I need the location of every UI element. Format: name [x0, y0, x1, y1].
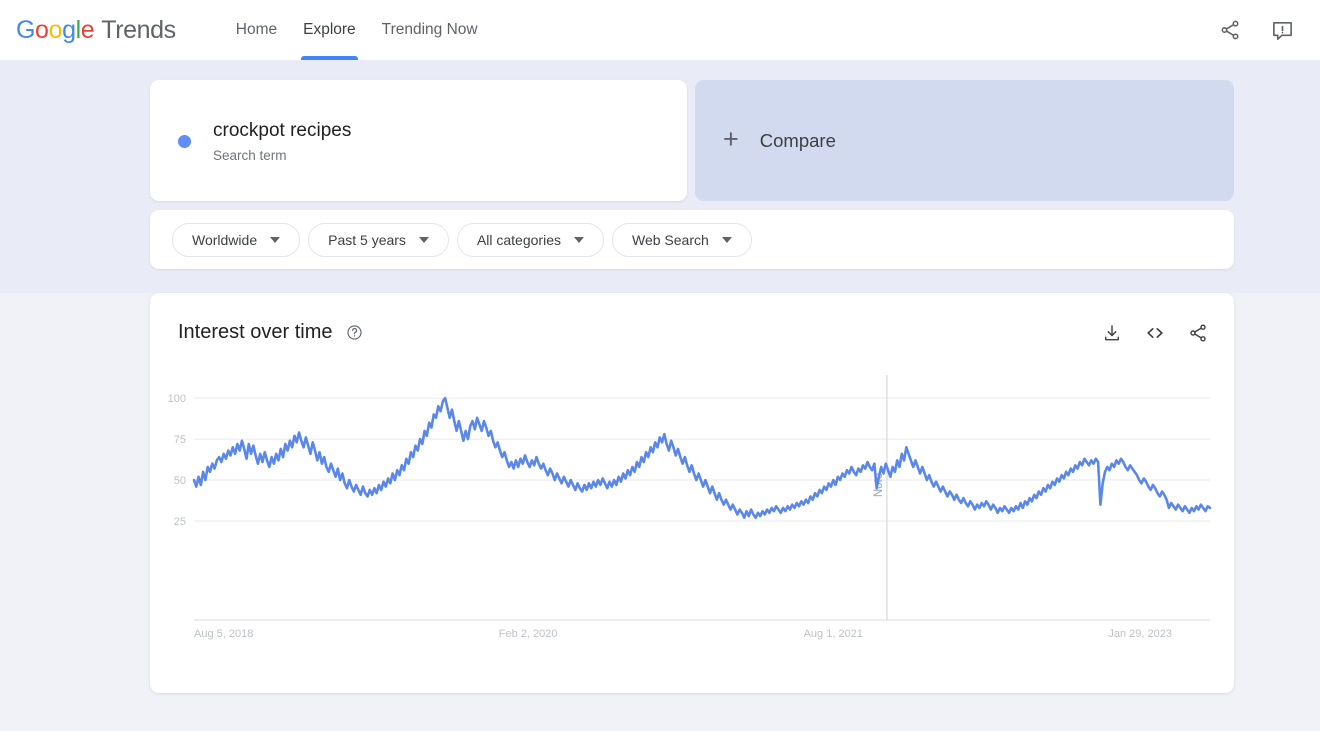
interest-over-time-chart[interactable]: 255075100NoteAug 5, 2018 Feb 2, 2020 Aug 1…	[150, 375, 1234, 665]
page-content: crockpot recipes Search term + Compare W…	[0, 60, 1320, 693]
compare-label: Compare	[759, 129, 836, 151]
page-title: Interest over time	[178, 321, 333, 343]
share-icon[interactable]	[1218, 18, 1242, 42]
nav-item-explore[interactable]: Explore	[290, 0, 369, 60]
y-axis-tick-label: 75	[174, 434, 186, 446]
search-type-filter[interactable]: Web Search	[611, 222, 752, 257]
nav-item-home[interactable]: Home	[223, 0, 290, 60]
series-color-dot	[178, 135, 191, 148]
search-term-text: crockpot recipes Search term	[213, 118, 351, 163]
app-header: Google Trends Home Explore Trending Now	[0, 0, 1320, 60]
x-axis-tick-label: Feb 2, 2020	[499, 628, 558, 640]
download-icon[interactable]	[1102, 323, 1122, 343]
logo-letter-g2: g	[62, 15, 76, 44]
nav-item-trending-now[interactable]: Trending Now	[369, 0, 491, 60]
chart-toolbar	[1102, 322, 1208, 344]
compare-card[interactable]: + Compare	[695, 80, 1234, 201]
chevron-down-icon	[573, 236, 584, 243]
y-axis-tick-label: 100	[168, 393, 186, 405]
share-icon[interactable]	[1188, 323, 1208, 343]
region-filter-label: Worldwide	[192, 231, 258, 248]
embed-icon[interactable]	[1144, 322, 1166, 344]
chevron-down-icon	[270, 236, 281, 243]
search-term-row: crockpot recipes Search term + Compare	[0, 60, 1320, 201]
region-filter[interactable]: Worldwide	[172, 222, 301, 257]
search-term-card[interactable]: crockpot recipes Search term	[150, 80, 687, 201]
chart-header: Interest over time	[150, 293, 1234, 344]
logo-letter-e: e	[80, 15, 95, 44]
header-actions	[1218, 18, 1294, 42]
filter-bar: Worldwide Past 5 years All categories We…	[150, 210, 1234, 269]
chevron-down-icon	[721, 236, 732, 243]
help-icon[interactable]	[346, 324, 363, 341]
x-axis-tick-label: Aug 1, 2021	[804, 628, 863, 640]
x-axis-tick-label: Aug 5, 2018	[194, 628, 253, 640]
time-filter-label: Past 5 years	[328, 231, 406, 248]
chart-plot-area[interactable]: 25 50 75 100 Note Aug 5, 2018 Feb 2, 2020 Aug 1…	[150, 375, 1234, 665]
y-axis-tick-label: 50	[174, 475, 186, 487]
y-axis-tick-label: 25	[174, 516, 186, 528]
logo-trends-word: Trends	[101, 15, 176, 44]
main-nav: Home Explore Trending Now	[223, 0, 491, 60]
chevron-down-icon	[418, 236, 429, 243]
chart-series-line[interactable]	[192, 396, 1212, 520]
search-type-filter-label: Web Search	[631, 231, 709, 248]
feedback-icon[interactable]	[1270, 18, 1294, 42]
search-term-type: Search term	[213, 147, 287, 163]
logo-letter-o2: o	[48, 15, 63, 44]
google-trends-logo[interactable]: Google Trends	[16, 16, 176, 45]
logo-letter-o1: o	[35, 15, 49, 44]
category-filter[interactable]: All categories	[456, 222, 604, 257]
search-term-label: crockpot recipes	[213, 120, 352, 142]
category-filter-label: All categories	[476, 231, 561, 248]
interest-over-time-card: Interest over time 25 50 75 100 Note Aug…	[150, 293, 1234, 693]
logo-letter-g: G	[16, 15, 36, 44]
time-filter[interactable]: Past 5 years	[308, 222, 449, 257]
plus-icon: +	[723, 124, 739, 154]
x-axis-tick-label: Jan 29, 2023	[1108, 628, 1172, 640]
